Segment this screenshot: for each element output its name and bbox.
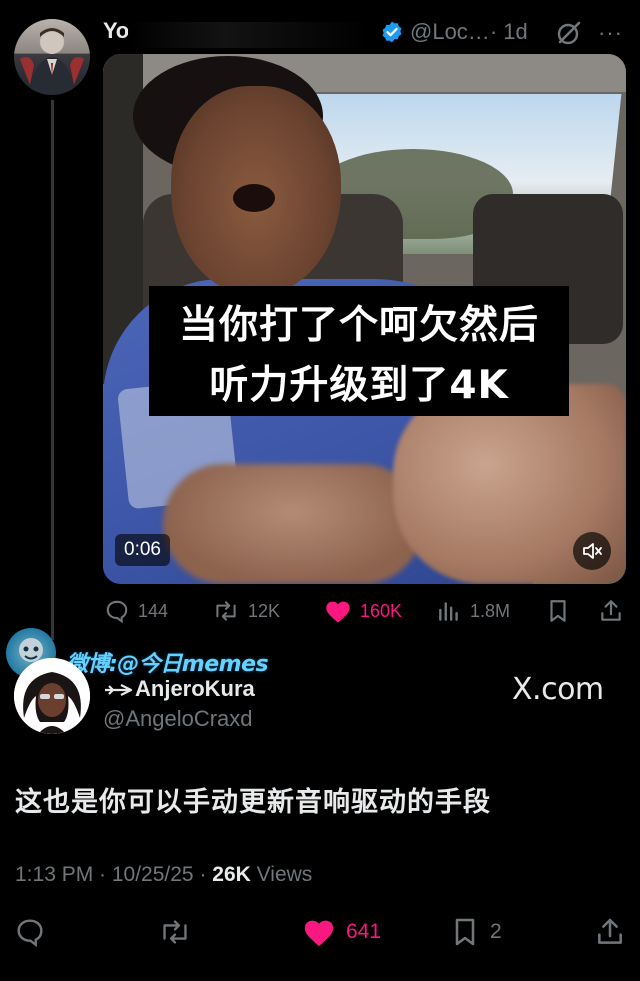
watermark-text: 微博:@今日memes	[66, 652, 269, 677]
bookmark-action-button[interactable]: 2	[450, 916, 502, 948]
more-options-icon[interactable]: ···	[598, 20, 623, 46]
heart-filled-icon	[326, 601, 350, 623]
caption-line-2: 听力升级到了4K	[209, 363, 509, 408]
tweet-meta: 1:13 PM · 10/25/25 · 26K Views	[15, 863, 312, 887]
like-button[interactable]: 160K	[324, 598, 402, 624]
thread-connector-line	[51, 100, 54, 640]
share-icon	[601, 600, 621, 621]
repost-icon	[216, 601, 236, 621]
tweet-view-count: 26K	[212, 863, 251, 886]
share-action-button[interactable]	[594, 916, 626, 948]
caption-line-1: 当你打了个呵欠然后	[178, 303, 539, 348]
reply-button[interactable]: 144	[104, 598, 168, 624]
parent-time[interactable]: · 1d	[490, 19, 528, 44]
video-player[interactable]: 当你打了个呵欠然后 听力升级到了4K 0:06	[103, 54, 626, 584]
tweet-timestamp[interactable]: 1:13 PM · 10/25/25 ·	[15, 863, 212, 886]
parent-author-name[interactable]: Yo	[103, 18, 129, 44]
parent-author-name-obscured	[128, 22, 368, 48]
parent-author-avatar[interactable]	[14, 19, 90, 95]
parent-handle[interactable]: @Loc…	[410, 19, 490, 44]
reply-author-handle[interactable]: @AngeloCraxd	[103, 706, 253, 732]
views-button[interactable]: 1.8M	[436, 598, 510, 624]
views-chart-icon	[439, 602, 458, 621]
like-count: 160K	[360, 600, 403, 621]
plane-icon	[105, 684, 133, 697]
bookmark-icon	[550, 600, 566, 622]
speaker-muted-icon	[583, 543, 602, 559]
x-com-brand: X.com	[512, 672, 604, 707]
heart-filled-icon	[304, 920, 334, 947]
reply-icon	[17, 919, 43, 948]
video-caption: 当你打了个呵欠然后 听力升级到了4K	[149, 286, 569, 416]
reply-author-avatar[interactable]	[14, 658, 90, 734]
view-count: 1.8M	[470, 600, 511, 621]
parent-handle-time[interactable]: @Loc…· 1d	[410, 19, 528, 45]
reply-author-name[interactable]: AnjeroKura	[103, 676, 255, 702]
reply-text: 这也是你可以手动更新音响驱动的手段	[15, 787, 491, 818]
reply-icon	[106, 600, 128, 624]
mute-button[interactable]	[573, 532, 611, 570]
reply-action-button[interactable]	[14, 916, 46, 948]
repost-action-button[interactable]	[158, 916, 192, 948]
repost-count: 12K	[248, 600, 281, 621]
reply-author-name-text[interactable]: AnjeroKura	[135, 676, 255, 701]
like-action-button[interactable]: 641	[302, 916, 381, 948]
repost-icon	[163, 920, 187, 944]
like-action-count: 641	[346, 920, 382, 943]
share-button[interactable]	[598, 598, 624, 624]
verified-badge-icon	[382, 21, 402, 43]
reply-count: 144	[138, 600, 169, 621]
bookmark-action-count: 2	[490, 920, 502, 943]
share-icon	[598, 918, 622, 944]
grok-icon[interactable]	[556, 20, 582, 46]
video-duration: 0:06	[115, 534, 170, 566]
bookmark-icon	[455, 918, 475, 946]
tweet-views-label: Views	[250, 863, 313, 886]
repost-button[interactable]: 12K	[212, 598, 280, 624]
bookmark-button[interactable]	[546, 598, 570, 624]
